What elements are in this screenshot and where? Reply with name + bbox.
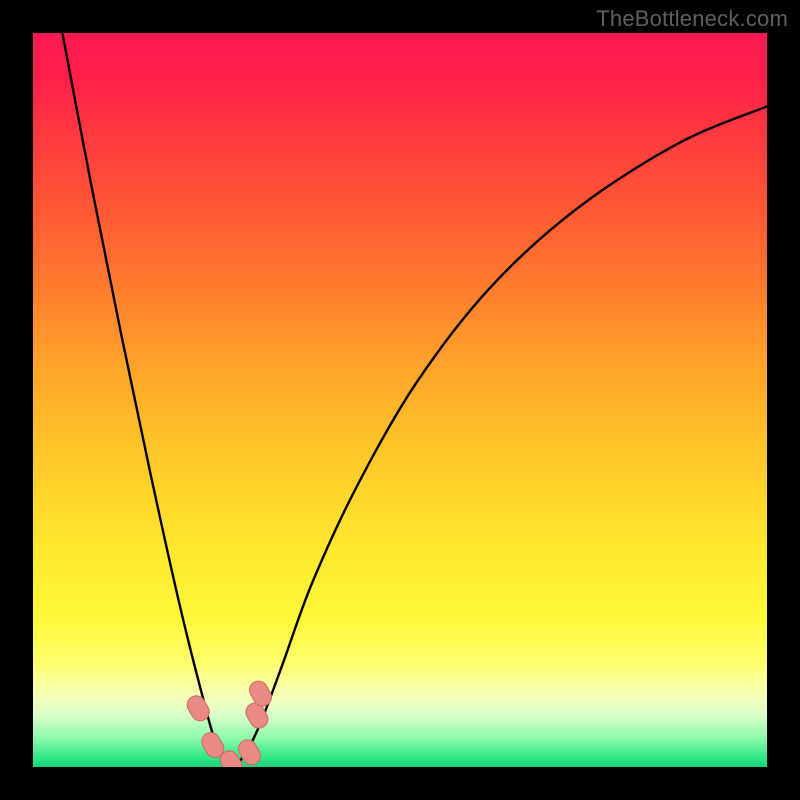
bottleneck-curve bbox=[62, 33, 767, 767]
watermark-text: TheBottleneck.com bbox=[596, 6, 788, 32]
curve-markers bbox=[184, 678, 275, 767]
chart-frame: TheBottleneck.com bbox=[0, 0, 800, 800]
bottleneck-curve-svg bbox=[33, 33, 767, 767]
plot-area bbox=[33, 33, 767, 767]
